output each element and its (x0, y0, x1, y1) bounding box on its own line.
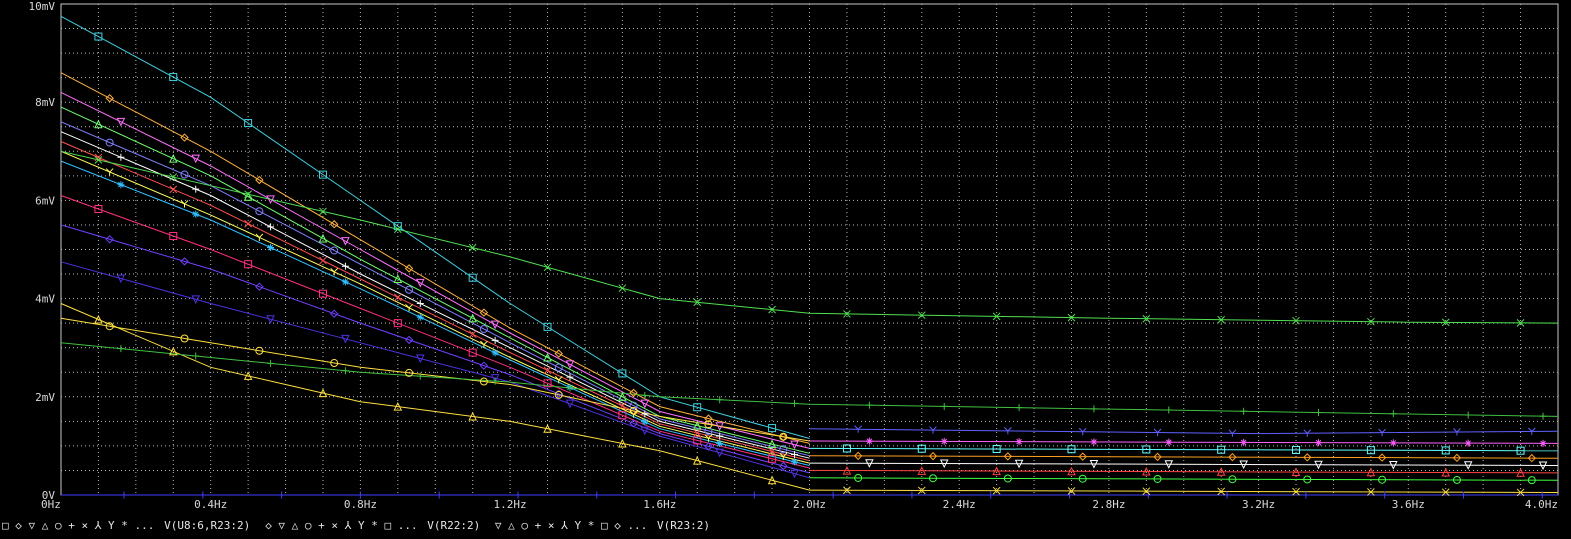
x-tick-label: 2.8Hz (1092, 498, 1125, 511)
x-tick-label: 0.4Hz (194, 498, 227, 511)
x-tick-label: 1.2Hz (494, 498, 527, 511)
y-tick-label: 10mV (29, 0, 56, 13)
series-marker (117, 181, 125, 189)
y-tick-label: 4mV (35, 293, 55, 306)
y-tick-label: 8mV (35, 96, 55, 109)
x-tick-label: 2.4Hz (943, 498, 976, 511)
x-axis-ticks: 0Hz 0.4Hz 0.8Hz 1.2Hz 1.6Hz 2.0Hz 2.4Hz 2.8Hz 3.… (41, 498, 1558, 511)
x-tick-label: 2.0Hz (793, 498, 826, 511)
plot-window: 0Hz 0.4Hz 0.8Hz 1.2Hz 1.6Hz 2.0Hz 2.4Hz 2.8Hz 3.… (2, 0, 1559, 532)
legend-symbols: □ ◇ ▽ △ ○ + × ⅄ Y * ... (2, 519, 154, 532)
series-marker (1015, 438, 1023, 446)
y-tick-label: 0V (42, 489, 56, 502)
legend-symbols: ◇ ▽ △ ○ + × ⅄ Y * □ ... (265, 519, 417, 532)
x-tick-label: 1.6Hz (643, 498, 676, 511)
legend-label: V(R22:2) (427, 519, 480, 532)
series-marker (192, 210, 200, 218)
y-tick-label: 6mV (35, 194, 55, 207)
legend: □ ◇ ▽ △ ○ + × ⅄ Y * ... V(U8:6,R23:2) ◇ ▽ … (2, 519, 710, 532)
y-axis-ticks: 0V 2mV 4mV 6mV 8mV 10mV (29, 0, 56, 502)
legend-label: V(R23:2) (657, 519, 710, 532)
x-tick-label: 3.6Hz (1392, 498, 1425, 511)
y-tick-label: 2mV (35, 391, 55, 404)
x-tick-label: 3.2Hz (1242, 498, 1275, 511)
x-tick-label: 4.0Hz (1525, 498, 1558, 511)
series-marker (865, 437, 873, 445)
legend-label: V(U8:6,R23:2) (164, 519, 250, 532)
x-tick-label: 0.8Hz (344, 498, 377, 511)
legend-symbols: ▽ △ ○ + × ⅄ Y * □ ◇ ... (495, 519, 647, 532)
